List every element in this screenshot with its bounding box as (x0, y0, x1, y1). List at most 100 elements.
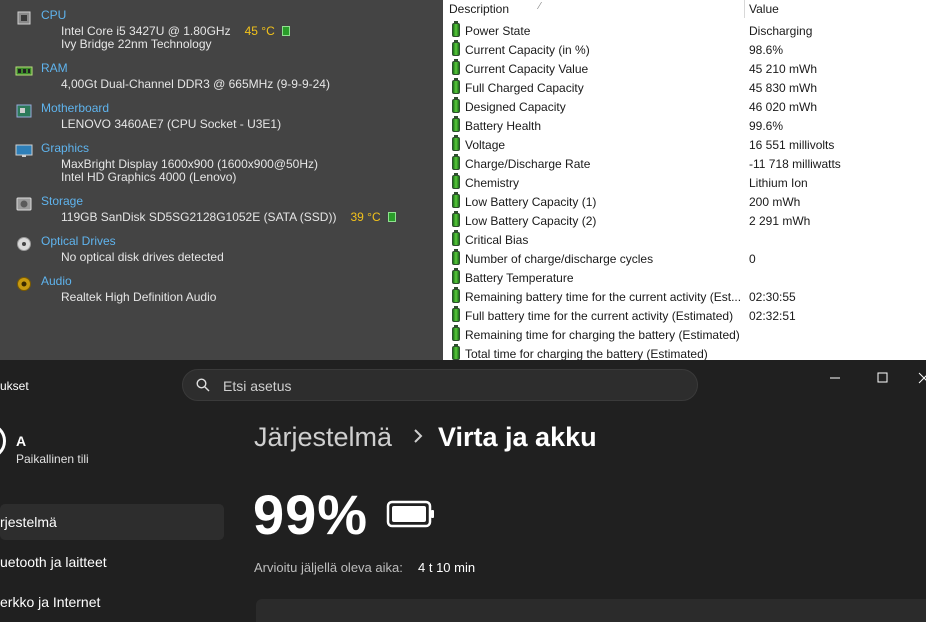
breadcrumb-parent[interactable]: Järjestelmä (254, 422, 392, 453)
row-description: Low Battery Capacity (1) (465, 195, 597, 209)
hard-drive-icon (16, 197, 32, 211)
column-header-value[interactable]: Value (749, 0, 779, 18)
row-value: 16 551 millivolts (749, 138, 835, 152)
row-description: Designed Capacity (465, 100, 566, 114)
row-value: 02:32:51 (749, 309, 796, 323)
table-row[interactable]: Battery Health 99.6% (443, 116, 926, 135)
section-title: Audio (41, 274, 72, 288)
table-row[interactable]: Remaining time for charging the battery … (443, 325, 926, 344)
nav-item-label: rjestelmä (0, 514, 57, 530)
battery-percentage: 99% (253, 483, 369, 546)
battery-icon (452, 306, 460, 322)
battery-icon (452, 97, 460, 113)
search-box[interactable] (182, 369, 698, 401)
table-row[interactable]: Chemistry Lithium Ion (443, 173, 926, 192)
battery-icon (452, 344, 460, 360)
battery-icon (452, 78, 460, 94)
nav-item-network-internet[interactable]: erkko ja Internet (0, 584, 224, 620)
battery-icon (452, 59, 460, 75)
user-name: A (16, 433, 27, 449)
table-row[interactable]: Low Battery Capacity (2) 2 291 mWh (443, 211, 926, 230)
row-description: Number of charge/discharge cycles (465, 252, 654, 266)
row-description: Low Battery Capacity (2) (465, 214, 597, 228)
nav-item-label: erkko ja Internet (0, 594, 101, 610)
minimize-button[interactable] (816, 366, 852, 390)
table-row[interactable]: Charge/Discharge Rate -11 718 milliwatts (443, 154, 926, 173)
column-divider[interactable] (744, 0, 745, 18)
row-value: Discharging (749, 24, 813, 38)
temperature-gauge-icon (281, 26, 290, 36)
speaker-icon (17, 277, 31, 291)
motherboard-icon (16, 104, 32, 118)
table-row[interactable]: Battery Temperature (443, 268, 926, 287)
section-line: 4,00Gt Dual-Channel DDR3 @ 665MHz (9-9-9… (61, 77, 330, 91)
temperature-value: 39 °C (350, 210, 381, 224)
settings-window: ukset A Paikallinen tili rjestelmä uetoo… (0, 360, 926, 622)
section-title: Motherboard (41, 101, 110, 115)
row-description: Battery Health (465, 119, 542, 133)
row-description: Voltage (465, 138, 506, 152)
table-row[interactable]: Number of charge/discharge cycles 0 (443, 249, 926, 268)
page-title: Virta ja akku (438, 422, 597, 452)
nav-item-system[interactable]: rjestelmä (0, 504, 224, 540)
row-description: Battery Temperature (465, 271, 574, 285)
section-line: Realtek High Definition Audio (61, 290, 217, 304)
row-description: Full Charged Capacity (465, 81, 584, 95)
table-row[interactable]: Remaining battery time for the current a… (443, 287, 926, 306)
remaining-time-label: Arvioitu jäljellä oleva aika: (254, 560, 403, 575)
section-title: Graphics (41, 141, 90, 155)
row-value: 98.6% (749, 43, 784, 57)
table-row[interactable]: Designed Capacity 46 020 mWh (443, 97, 926, 116)
section-line: Intel Core i5 3427U @ 1.80GHz 45 °C (61, 24, 290, 38)
cpu-icon (17, 11, 31, 25)
row-description: Power State (465, 24, 531, 38)
table-row[interactable]: Low Battery Capacity (1) 200 mWh (443, 192, 926, 211)
section-line: No optical disk drives detected (61, 250, 224, 264)
row-description: Charge/Discharge Rate (465, 157, 591, 171)
table-row[interactable]: Current Capacity Value 45 210 mWh (443, 59, 926, 78)
row-description: Remaining battery time for the current a… (465, 290, 742, 304)
maximize-button[interactable] (864, 366, 900, 390)
battery-icon (452, 21, 460, 37)
system-summary-panel: CPU Intel Core i5 3427U @ 1.80GHz 45 °C I… (0, 0, 443, 360)
row-value: 99.6% (749, 119, 784, 133)
battery-details-list: Description ⁄ Value Power State Dischargi… (443, 0, 926, 360)
chevron-right-icon (414, 429, 423, 443)
table-row[interactable]: Current Capacity (in %) 98.6% (443, 40, 926, 59)
table-row[interactable]: Full Charged Capacity 45 830 mWh (443, 78, 926, 97)
settings-card[interactable] (256, 599, 926, 622)
row-value: 46 020 mWh (749, 100, 818, 114)
section-line: Ivy Bridge 22nm Technology (61, 37, 212, 51)
sort-caret-icon: ⁄ (539, 1, 541, 12)
row-value: -11 718 milliwatts (749, 157, 841, 171)
table-row[interactable]: Full battery time for the current activi… (443, 306, 926, 325)
table-row[interactable]: Voltage 16 551 millivolts (443, 135, 926, 154)
section-line: MaxBright Display 1600x900 (1600x900@50H… (61, 157, 318, 171)
battery-icon (452, 173, 460, 189)
nav-item-bluetooth-devices[interactable]: uetooth ja laitteet (0, 544, 224, 580)
optical-disc-icon (17, 237, 31, 251)
section-title: CPU (41, 8, 67, 22)
nav-item-label: uetooth ja laitteet (0, 554, 107, 570)
table-row[interactable]: Critical Bias (443, 230, 926, 249)
temperature-value: 45 °C (244, 24, 275, 38)
battery-icon (452, 249, 460, 265)
row-value: Lithium Ion (749, 176, 808, 190)
battery-icon (452, 211, 460, 227)
battery-icon (386, 500, 434, 528)
avatar[interactable] (0, 423, 6, 459)
section-title: Storage (41, 194, 84, 208)
close-button[interactable] (906, 366, 926, 390)
table-row[interactable]: Total time for charging the battery (Est… (443, 344, 926, 360)
app-title: ukset (0, 379, 29, 393)
row-value: 45 210 mWh (749, 62, 818, 76)
ram-icon (15, 66, 33, 76)
column-header-description[interactable]: Description (449, 0, 509, 18)
search-icon (196, 378, 210, 392)
table-row[interactable]: Power State Discharging (443, 21, 926, 40)
row-value: 02:30:55 (749, 290, 796, 304)
monitor-icon (15, 144, 33, 157)
row-description: Remaining time for charging the battery … (465, 328, 740, 342)
battery-icon (452, 192, 460, 208)
search-input[interactable] (223, 376, 683, 396)
